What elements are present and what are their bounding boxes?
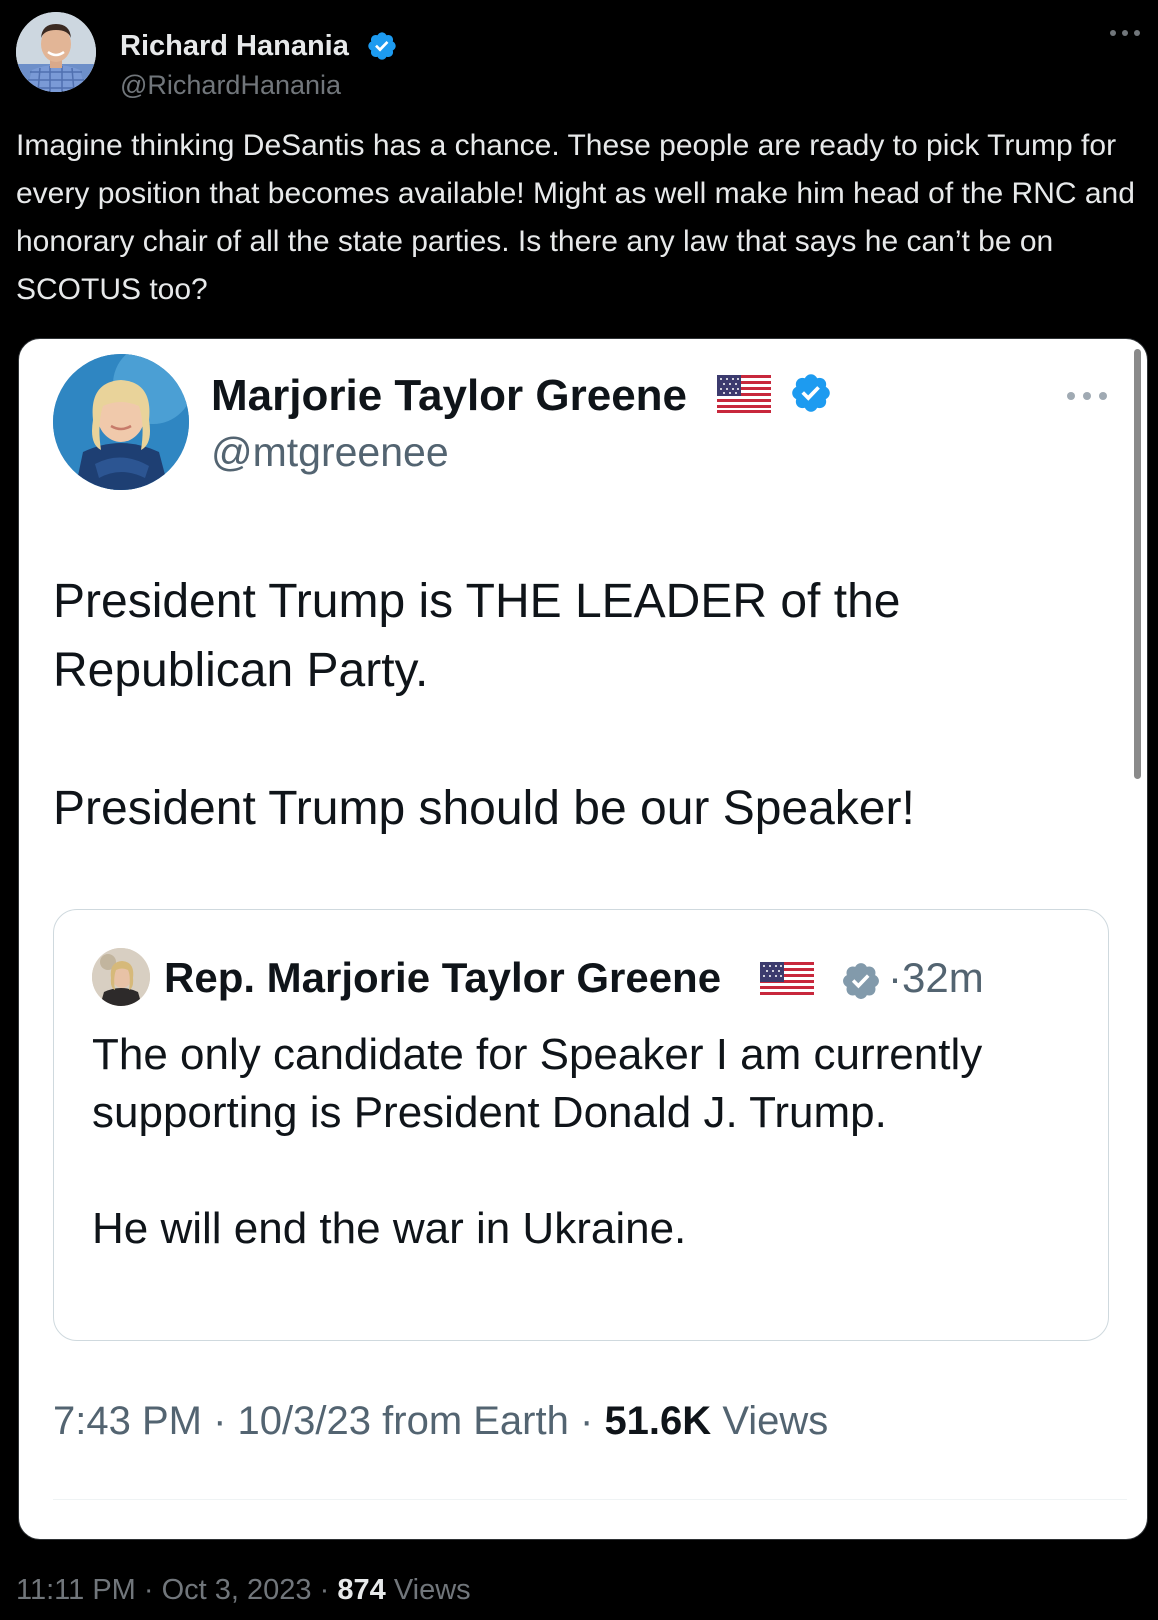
- embedded-time: 7:43 PM: [53, 1399, 202, 1443]
- author-name[interactable]: Richard Hanania: [120, 30, 349, 63]
- separator: ·: [579, 1399, 594, 1443]
- us-flag-icon: [717, 375, 771, 413]
- embedded-tweet-meta: 7:43 PM · 10/3/23 from Earth · 51.6K Vie…: [53, 1399, 828, 1444]
- author-handle[interactable]: @RichardHanania: [120, 70, 341, 101]
- tweet-time[interactable]: 11:11 PM: [16, 1574, 136, 1606]
- embedded-screenshot[interactable]: Marjorie Taylor Greene @mtgreenee Presid…: [18, 338, 1148, 1540]
- divider: [53, 1499, 1127, 1500]
- embedded-author-handle: @mtgreenee: [211, 429, 449, 475]
- quoted-paragraph: The only candidate for Speaker I am curr…: [92, 1030, 983, 1137]
- verified-badge-icon: [789, 371, 833, 415]
- quoted-time: ·32m: [888, 954, 984, 1002]
- scrollbar: [1134, 349, 1141, 779]
- quoted-author-name: Rep. Marjorie Taylor Greene: [164, 954, 722, 1001]
- separator: ·: [319, 1574, 330, 1606]
- tweet-text: Imagine thinking DeSantis has a chance. …: [16, 129, 1135, 306]
- mtg-avatar: [53, 354, 189, 490]
- embedded-views-count: 51.6K: [604, 1399, 712, 1443]
- quoted-author-avatar: [92, 948, 150, 1006]
- quoted-tweet-text: The only candidate for Speaker I am curr…: [92, 1026, 1082, 1316]
- tweet-meta: 11:11 PM · Oct 3, 2023 · 874 Views: [16, 1574, 471, 1607]
- embedded-paragraph: President Trump should be our Speaker!: [53, 782, 915, 835]
- embedded-tweet-text: President Trump is THE LEADER of the Rep…: [53, 567, 1093, 912]
- separator: ·: [143, 1574, 154, 1606]
- separator: ·: [213, 1399, 227, 1443]
- more-options-icon: [1065, 389, 1109, 401]
- us-flag-icon: [760, 962, 814, 998]
- gray-verified-badge-icon: [840, 960, 882, 1002]
- quoted-time-ago: 32m: [902, 954, 984, 1001]
- tweet-date[interactable]: Oct 3, 2023: [162, 1574, 312, 1606]
- views-label[interactable]: Views: [394, 1574, 471, 1606]
- views-count[interactable]: 874: [337, 1574, 385, 1606]
- embedded-date: 10/3/23: [237, 1399, 372, 1443]
- outer-tweet-header: Richard Hanania @RichardHanania: [16, 12, 1142, 100]
- embedded-author-name: Marjorie Taylor Greene: [211, 371, 688, 420]
- embedded-paragraph: President Trump is THE LEADER of the Rep…: [53, 575, 901, 697]
- separator: ·: [888, 954, 902, 1001]
- quoted-paragraph: He will end the war in Ukraine.: [92, 1204, 687, 1253]
- quoted-tweet: Rep. Marjorie Taylor Greene ·32m The onl…: [53, 909, 1109, 1341]
- embedded-views-label: Views: [722, 1399, 829, 1443]
- richard-hanania-avatar[interactable]: [16, 12, 96, 92]
- verified-badge-icon: [366, 30, 398, 62]
- more-options-icon[interactable]: [1108, 26, 1142, 38]
- embedded-source: from Earth: [382, 1399, 569, 1443]
